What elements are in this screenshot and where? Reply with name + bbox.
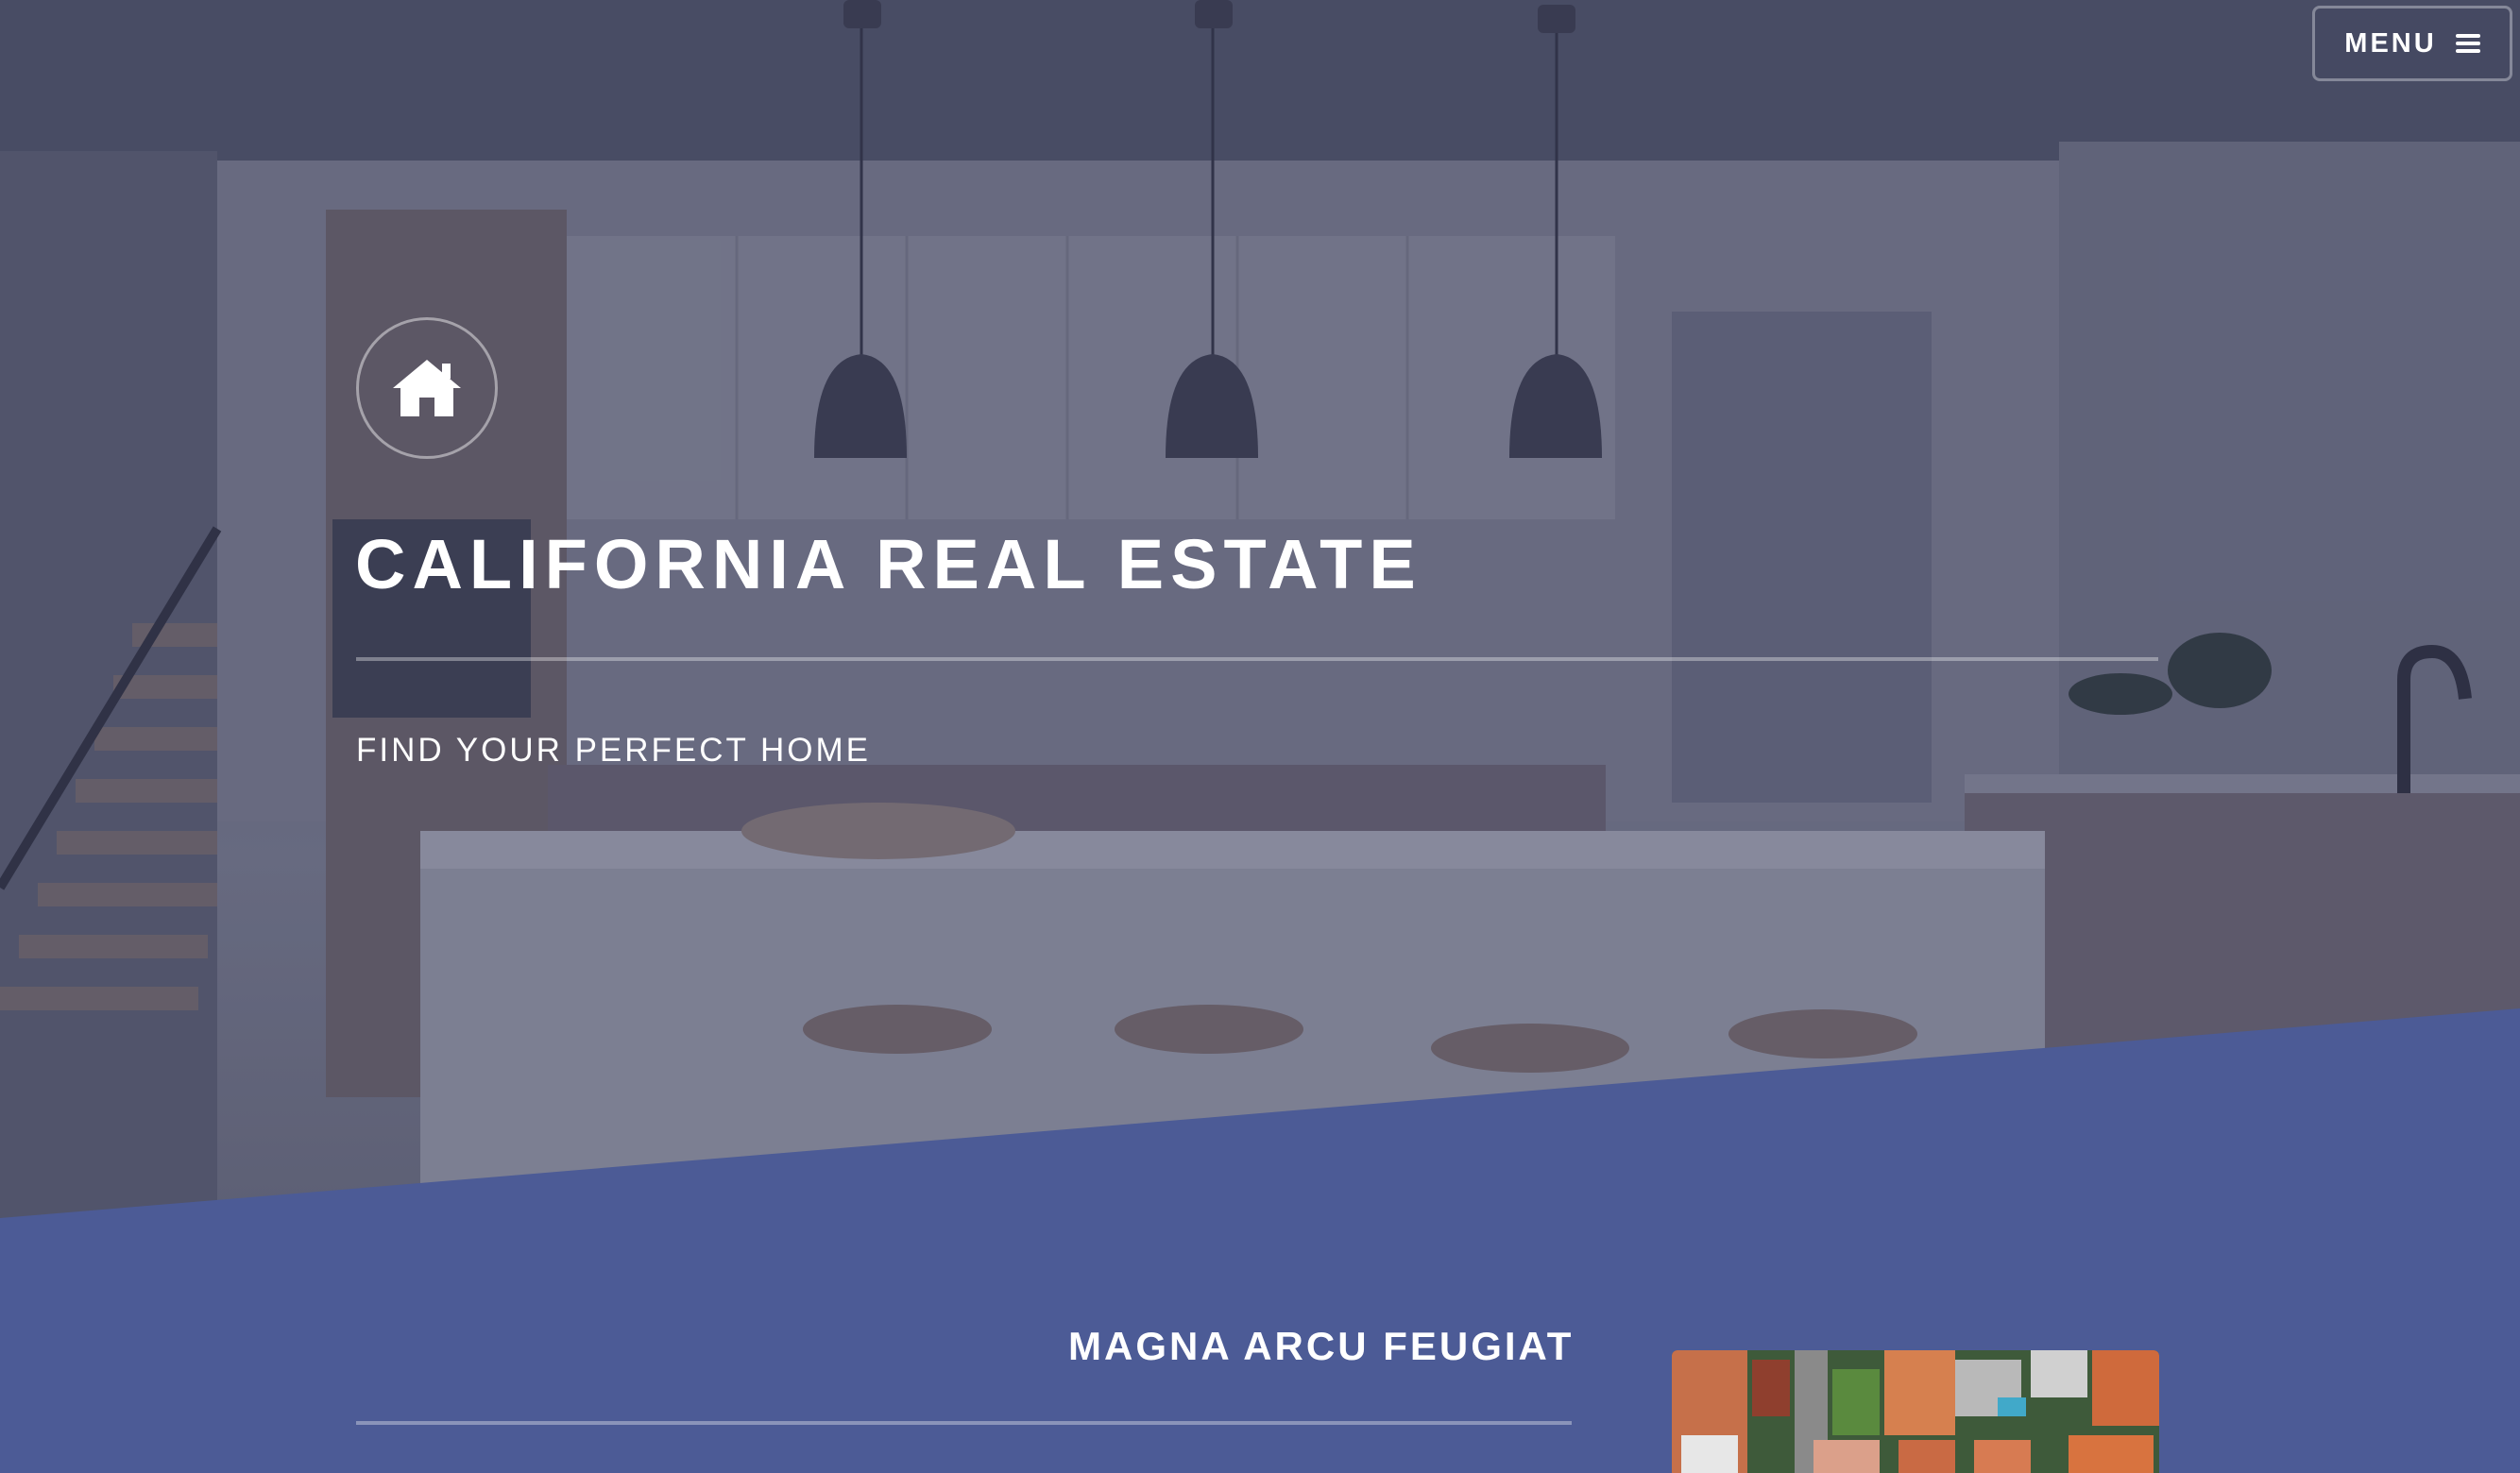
menu-button[interactable]: MENU [2312, 6, 2512, 81]
hero-title: CALIFORNIA REAL ESTATE [355, 525, 1422, 603]
home-icon [393, 360, 461, 416]
section-title: MAGNA ARCU FEUGIAT [1068, 1324, 1575, 1368]
hamburger-icon [2455, 34, 2480, 53]
logo-badge[interactable] [356, 317, 498, 459]
hero-subtitle: FIND YOUR PERFECT HOME [356, 732, 872, 769]
aerial-neighborhood-picture [1672, 1350, 2159, 1473]
hero-divider [356, 657, 2158, 661]
section-divider [356, 1421, 1572, 1425]
aerial-houses-image[interactable] [1672, 1350, 2159, 1473]
menu-label: MENU [2344, 27, 2437, 59]
